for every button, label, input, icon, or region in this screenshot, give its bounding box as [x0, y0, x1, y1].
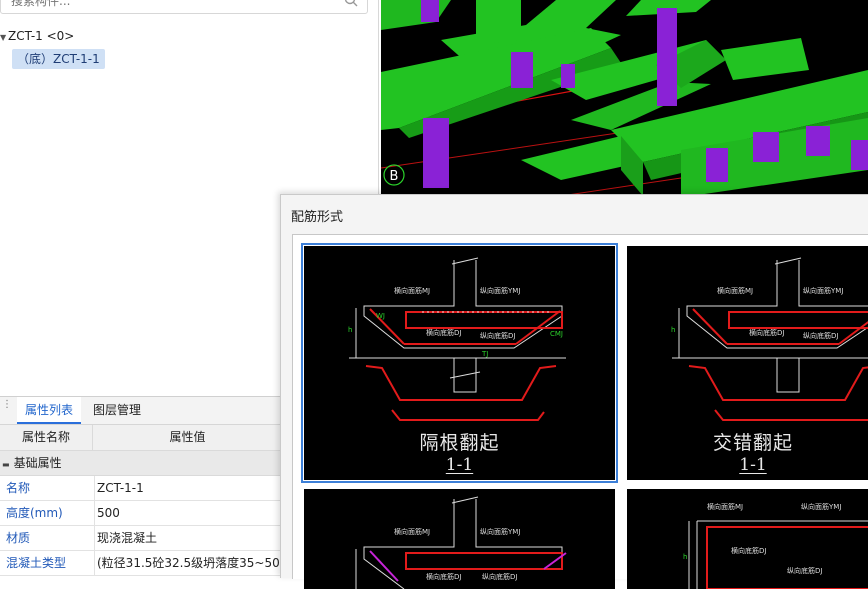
rebar-option-code: 1-1	[445, 455, 474, 475]
property-group-label: 基础属性	[13, 456, 62, 470]
model-viewport[interactable]: B	[381, 0, 868, 196]
tab-property-list[interactable]: 属性列表	[17, 397, 82, 424]
search-input[interactable]	[1, 0, 333, 13]
property-key: 高度(mm)	[0, 501, 95, 525]
property-value-input[interactable]: 500	[93, 501, 286, 525]
rebar-option-caption: 隔根翻起 1-1	[304, 428, 615, 475]
rebar-section-diagram: 横向面筋MJ 纵向面筋YMJ 横向底筋DJ 纵向底筋DJ	[355, 496, 567, 589]
search-icon[interactable]	[343, 0, 359, 8]
property-row: 高度(mm) 500	[0, 501, 282, 526]
rebar-option-card[interactable]: 横向面筋MJ 纵向面筋YMJ 横向底筋DJ 纵向底筋DJ	[304, 489, 615, 589]
rebar-form-dialog: 配筋形式 横向面筋MJ 纵向面筋YMJ 横向底筋DJ 纵向底筋DJ CMJ h …	[280, 194, 868, 589]
label-vertical-bottom: 纵向底筋DJ	[803, 331, 838, 340]
label-tj: TJ	[481, 350, 488, 358]
caret-down-icon[interactable]: ▼	[0, 29, 8, 47]
label-h: h	[348, 326, 352, 334]
label-horizontal-top: 横向面筋MJ	[717, 286, 753, 295]
tree-node-child-label: （底）ZCT-1-1	[17, 52, 100, 66]
label-horizontal-bottom: 横向底筋DJ	[749, 328, 784, 337]
label-horizontal-bottom: 横向底筋DJ	[731, 546, 766, 555]
label-vertical-top: 纵向面筋YMJ	[801, 502, 841, 511]
rebar-option-caption: 交错翻起 1-1	[623, 428, 868, 475]
label-wj: WJ	[376, 312, 385, 320]
label-vertical-top: 纵向面筋YMJ	[803, 286, 843, 295]
properties-tab-bar: ⋮ 属性列表 图层管理	[0, 397, 282, 425]
column-header-value: 属性值	[169, 430, 206, 444]
rebar-option-card[interactable]: 横向面筋MJ 纵向面筋YMJ 横向底筋DJ 纵向底筋DJ h 交错翻起 1-1	[627, 246, 868, 480]
property-key: 材质	[0, 526, 95, 550]
rebar-option-card[interactable]: 横向面筋MJ 纵向面筋YMJ 横向底筋DJ 纵向底筋DJ h	[627, 489, 868, 589]
label-horizontal-top: 横向面筋MJ	[707, 502, 743, 511]
collapse-icon[interactable]: ▬	[2, 460, 10, 469]
property-row: 名称 ZCT-1-1	[0, 476, 282, 501]
label-horizontal-top: 横向面筋MJ	[394, 527, 430, 536]
property-group-basic[interactable]: ▬ 基础属性	[0, 451, 282, 476]
property-key: 混凝土类型	[0, 551, 95, 575]
label-horizontal-bottom: 横向底筋DJ	[426, 328, 461, 337]
property-row: 混凝土类型 (粒径31.5砼32.5级坍落度35~50)	[0, 551, 284, 576]
axis-marker-label: B	[390, 169, 399, 184]
property-key: 名称	[0, 476, 95, 500]
dialog-title: 配筋形式	[291, 210, 344, 225]
label-vertical-bottom: 纵向底筋DJ	[480, 331, 515, 340]
rebar-option-grid: 横向面筋MJ 纵向面筋YMJ 横向底筋DJ 纵向底筋DJ CMJ h WJ TJ…	[292, 234, 868, 589]
tree-node-root[interactable]: ▼ ZCT-1 <0>	[0, 27, 74, 45]
label-vertical-top: 纵向面筋YMJ	[480, 286, 520, 295]
rebar-option-code: 1-1	[739, 455, 767, 475]
rebar-section-diagram: 横向面筋MJ 纵向面筋YMJ 横向底筋DJ 纵向底筋DJ h	[683, 502, 868, 589]
rebar-option-card[interactable]: 横向面筋MJ 纵向面筋YMJ 横向底筋DJ 纵向底筋DJ CMJ h WJ TJ…	[301, 243, 618, 483]
rebar-option-name: 隔根翻起	[419, 432, 500, 454]
label-vertical-bottom: 纵向底筋DJ	[787, 566, 822, 575]
drag-handle-icon[interactable]: ⋮	[2, 400, 12, 417]
label-h: h	[671, 326, 675, 334]
label-vertical-top: 纵向面筋YMJ	[480, 527, 520, 536]
column-header-name: 属性名称	[0, 425, 93, 450]
tree-node-root-label: ZCT-1 <0>	[8, 29, 75, 43]
label-horizontal-top: 横向面筋MJ	[394, 286, 430, 295]
search-box[interactable]	[0, 0, 368, 14]
property-row: 材质 现浇混凝土	[0, 526, 282, 551]
property-value-input[interactable]: 现浇混凝土	[93, 526, 286, 550]
properties-grid-header: 属性名称 属性值	[0, 425, 282, 451]
label-h: h	[683, 553, 687, 561]
rebar-option-name: 交错翻起	[712, 432, 793, 454]
properties-panel: ⋮ 属性列表 图层管理 属性名称 属性值 ▬ 基础属性 名称 ZCT-1-1 高度…	[0, 396, 284, 578]
property-value-input[interactable]: ZCT-1-1	[93, 476, 286, 500]
label-cmj: CMJ	[550, 330, 563, 338]
tree-node-child[interactable]: （底）ZCT-1-1	[12, 49, 105, 69]
property-value-input[interactable]: (粒径31.5砼32.5级坍落度35~50)	[93, 551, 286, 575]
tab-layer-management[interactable]: 图层管理	[85, 397, 149, 424]
foundation-3d-model: B	[381, 0, 868, 196]
